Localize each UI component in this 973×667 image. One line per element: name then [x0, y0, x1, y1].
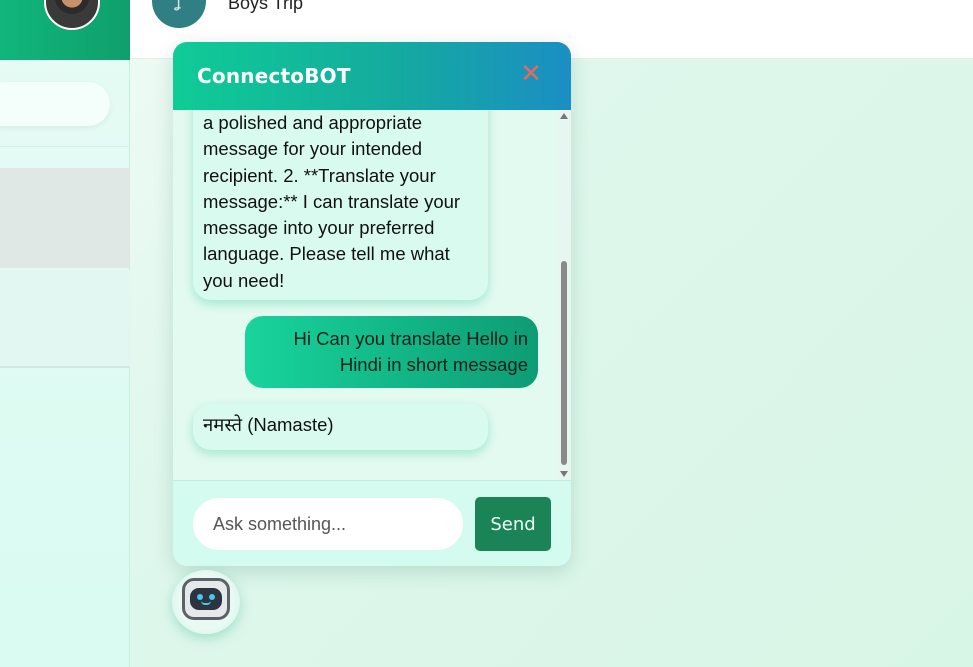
chat-input-bar: Send: [173, 480, 571, 566]
scroll-down-arrow-icon[interactable]: [560, 471, 568, 477]
chatbot-launcher-button[interactable]: [172, 570, 240, 634]
group-avatar[interactable]: ʆ: [152, 0, 206, 28]
scroll-thumb[interactable]: [561, 261, 567, 465]
sidebar-header: [0, 0, 130, 60]
message-list: a polished and appropriate message for y…: [173, 110, 571, 480]
ask-input[interactable]: [193, 498, 463, 550]
user-message: Hi Can you translate Hello in Hindi in s…: [245, 316, 538, 388]
scroll-up-arrow-icon[interactable]: [560, 113, 568, 119]
sidebar-search-field[interactable]: [0, 82, 110, 126]
bot-message: a polished and appropriate message for y…: [193, 110, 488, 300]
chatbot-header: ConnectoBOT ✕: [173, 42, 571, 110]
robot-icon: [182, 578, 230, 620]
sidebar-divider: [0, 146, 130, 147]
chatbot-title: ConnectoBOT: [197, 64, 351, 88]
message-scrollbar[interactable]: [557, 110, 571, 480]
user-avatar[interactable]: [44, 0, 100, 30]
sidebar-item[interactable]: [0, 270, 130, 368]
sidebar: [0, 0, 130, 667]
bot-message: नमस्ते (Namaste): [193, 404, 488, 450]
sidebar-item-active[interactable]: [0, 168, 130, 268]
group-name[interactable]: Boys Trip: [228, 0, 303, 14]
chatbot-window: ConnectoBOT ✕ a polished and appropriate…: [173, 42, 571, 566]
close-icon[interactable]: ✕: [519, 61, 543, 87]
group-logo-icon: ʆ: [176, 0, 182, 11]
send-button[interactable]: Send: [475, 497, 551, 551]
